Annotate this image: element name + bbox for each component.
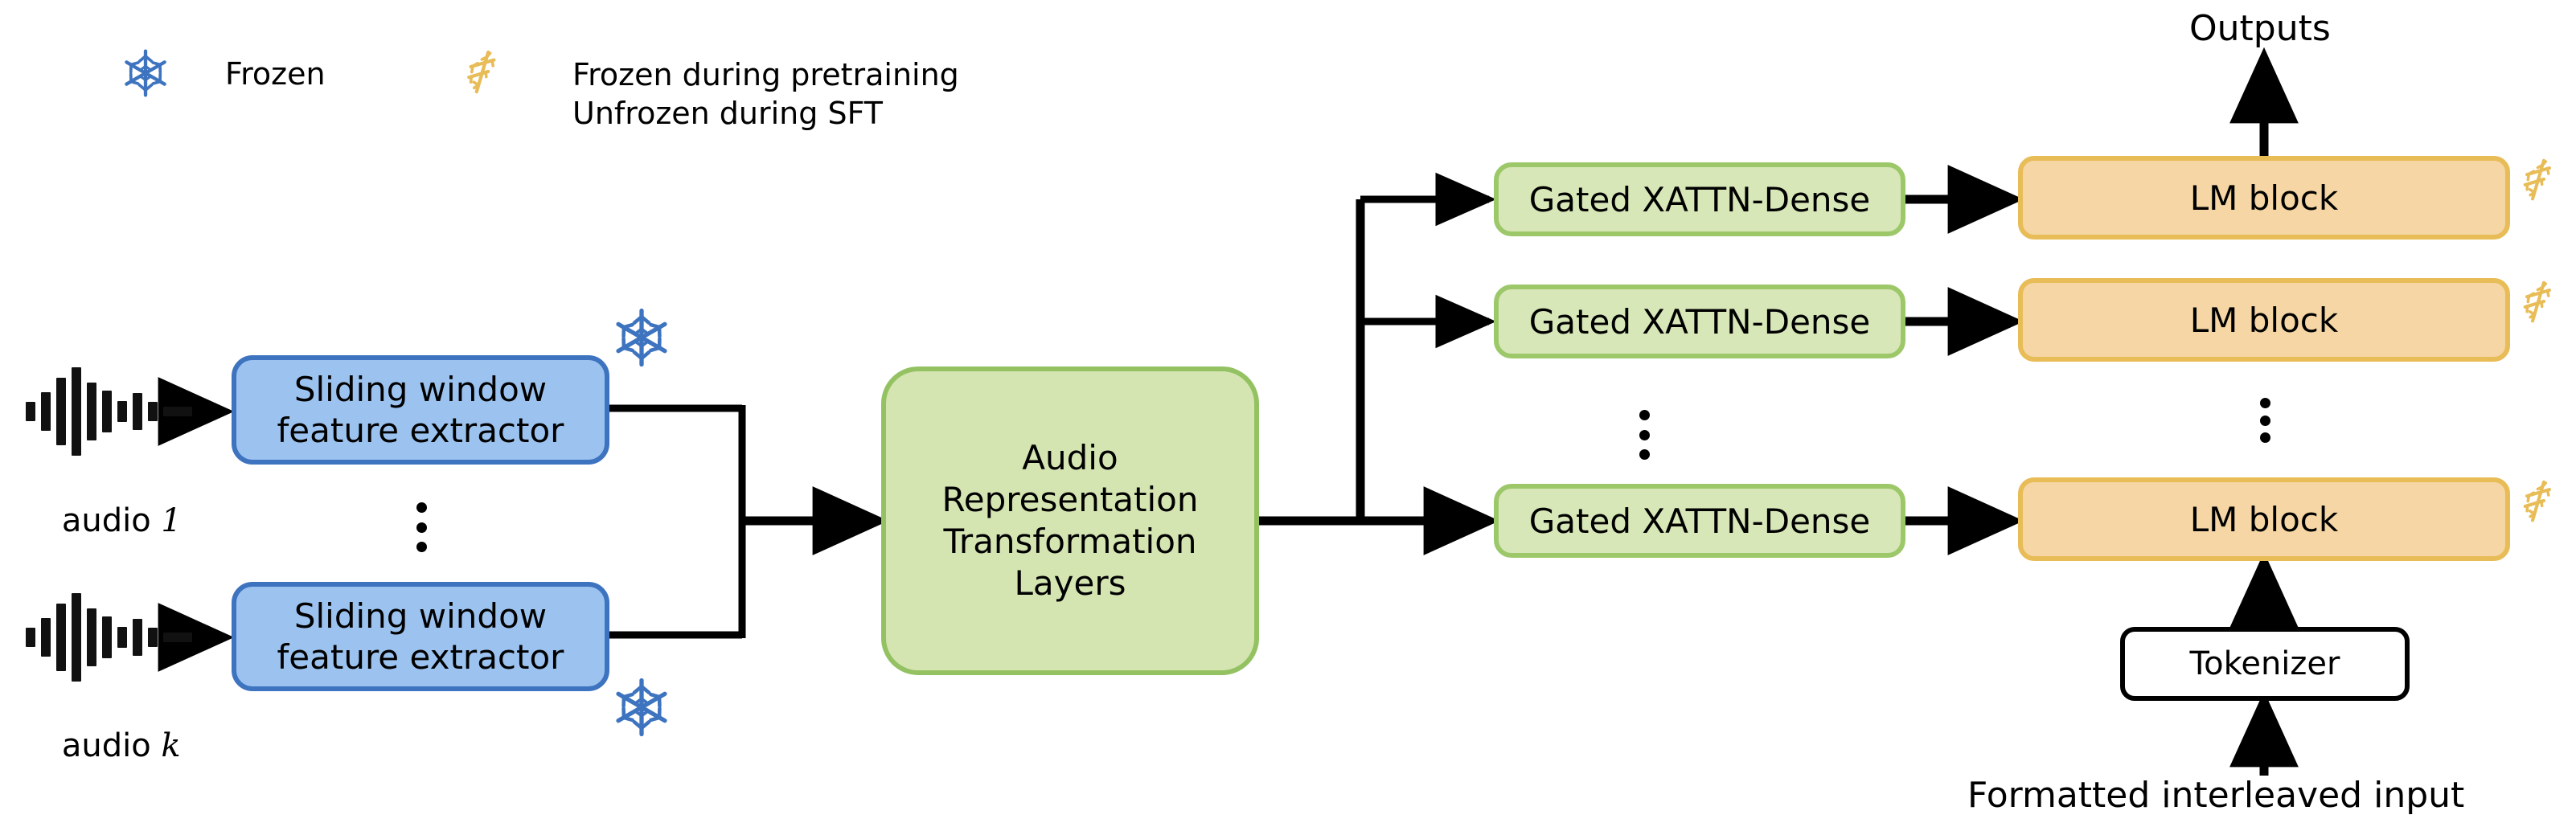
audio-waveform-icon-k bbox=[26, 593, 192, 682]
extractor-stack-ellipsis bbox=[416, 502, 427, 552]
lm-block-1[interactable]: LM block bbox=[2018, 156, 2510, 240]
snowflake-icon-extractor-k bbox=[611, 677, 672, 738]
snowflake-icon-legend-frozen bbox=[121, 48, 170, 98]
transform-label-line1: Audio bbox=[1022, 437, 1118, 477]
extractor-k-label-line2: feature extractor bbox=[277, 637, 564, 677]
lm-block-3-label: LM block bbox=[2189, 499, 2339, 539]
diagram-canvas: Frozen Frozen during pretraining Unfroze… bbox=[0, 0, 2576, 823]
transform-label-line2: Representation bbox=[941, 479, 1199, 519]
formatted-input-label: Formatted interleaved input bbox=[1967, 775, 2465, 816]
extractor-1-label-line2: feature extractor bbox=[277, 411, 564, 450]
lm-block-1-label: LM block bbox=[2189, 178, 2339, 218]
lm-block-2-label: LM block bbox=[2189, 300, 2339, 340]
audio-input-k-label: audio k bbox=[21, 690, 181, 804]
legend-partial-label-line1: Frozen during pretraining bbox=[572, 57, 959, 92]
snowflake-melting-icon-legend bbox=[458, 47, 507, 96]
legend-partial-label-line2: Unfrozen during SFT bbox=[572, 96, 883, 131]
gated-xattn-dense-3[interactable]: Gated XATTN-Dense bbox=[1494, 484, 1905, 558]
extractor-1-label-line1: Sliding window bbox=[293, 369, 548, 409]
outputs-label: Outputs bbox=[2189, 8, 2331, 49]
tokenizer-block[interactable]: Tokenizer bbox=[2120, 627, 2410, 701]
xattn-stack-ellipsis bbox=[1639, 410, 1650, 460]
tokenizer-label: Tokenizer bbox=[2189, 645, 2340, 682]
gated-xattn-dense-2-label: Gated XATTN-Dense bbox=[1528, 301, 1871, 342]
audio-waveform-icon-1 bbox=[26, 367, 192, 456]
snowflake-melting-icon-lm-3 bbox=[2515, 476, 2562, 526]
snowflake-icon-extractor-1 bbox=[611, 307, 672, 368]
gated-xattn-dense-2[interactable]: Gated XATTN-Dense bbox=[1494, 285, 1905, 358]
audio-input-k-index: k bbox=[161, 727, 181, 765]
sliding-window-feature-extractor-1[interactable]: Sliding window feature extractor bbox=[232, 355, 609, 465]
snowflake-melting-icon-lm-1 bbox=[2515, 154, 2562, 204]
lm-block-3[interactable]: LM block bbox=[2018, 477, 2510, 561]
lm-block-2[interactable]: LM block bbox=[2018, 278, 2510, 362]
snowflake-melting-icon-lm-2 bbox=[2515, 276, 2562, 326]
audio-input-k-label-text: audio bbox=[61, 727, 162, 765]
sliding-window-feature-extractor-k[interactable]: Sliding window feature extractor bbox=[232, 582, 609, 691]
lm-stack-ellipsis bbox=[2259, 398, 2270, 443]
audio-input-1-index: 1 bbox=[161, 502, 182, 540]
gated-xattn-dense-1[interactable]: Gated XATTN-Dense bbox=[1494, 162, 1905, 236]
transform-label-line3: Transformation bbox=[943, 522, 1197, 561]
audio-input-1-label: audio 1 bbox=[21, 465, 182, 579]
transform-label-line4: Layers bbox=[1014, 563, 1126, 604]
audio-representation-transformation-layers[interactable]: Audio Representation Transformation Laye… bbox=[881, 366, 1259, 675]
audio-input-1-label-text: audio bbox=[61, 502, 162, 540]
extractor-k-label-line1: Sliding window bbox=[293, 596, 548, 636]
gated-xattn-dense-1-label: Gated XATTN-Dense bbox=[1528, 179, 1871, 219]
gated-xattn-dense-3-label: Gated XATTN-Dense bbox=[1528, 501, 1871, 541]
legend-frozen-label: Frozen bbox=[225, 56, 326, 92]
